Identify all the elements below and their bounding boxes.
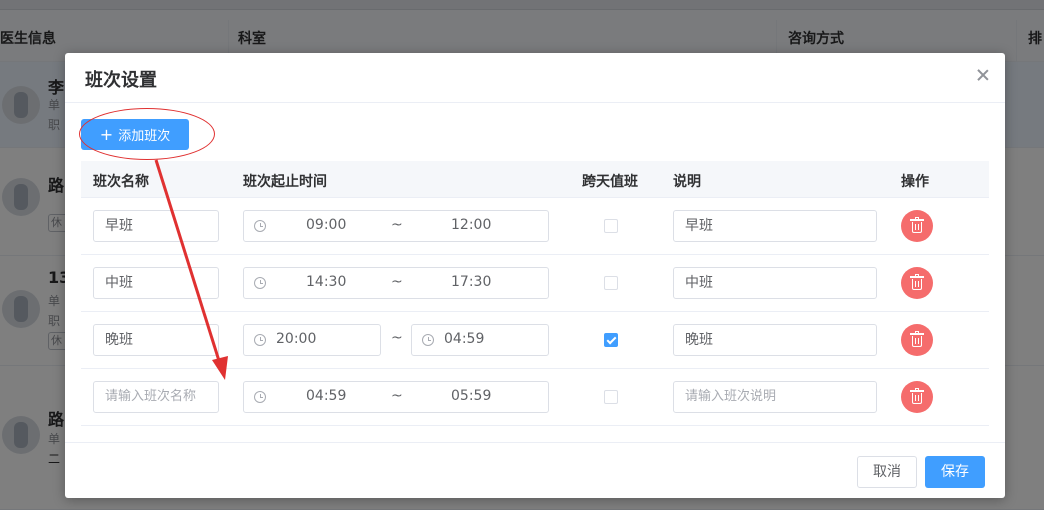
shift-row: 晚班 20:00 ~ 04:59 晚班: [81, 312, 989, 369]
overnight-checkbox[interactable]: [604, 276, 618, 290]
column-header-desc: 说明: [673, 174, 701, 190]
delete-button[interactable]: [901, 210, 933, 242]
shift-settings-dialog: 班次设置 + 添加班次 班次名称 班次起止时间 跨天值班 说明 操作 早班 09…: [65, 53, 1005, 498]
shift-desc-input[interactable]: 中班: [673, 267, 877, 299]
range-separator: ~: [391, 330, 403, 346]
clock-icon: [254, 277, 266, 289]
delete-button[interactable]: [901, 324, 933, 356]
clock-icon: [254, 391, 266, 403]
trash-icon: [910, 274, 924, 290]
column-header-name: 班次名称: [93, 174, 149, 190]
shift-desc-input[interactable]: 早班: [673, 210, 877, 242]
shift-name-input[interactable]: 晚班: [93, 324, 219, 356]
column-header-time: 班次起止时间: [243, 174, 327, 190]
shift-name-input[interactable]: 早班: [93, 210, 219, 242]
time-range-picker[interactable]: 04:59 ~ 05:59: [243, 381, 549, 413]
overnight-checkbox[interactable]: [604, 333, 618, 347]
shift-desc-input[interactable]: 晚班: [673, 324, 877, 356]
end-time[interactable]: 17:30: [451, 274, 491, 290]
clock-icon: [422, 334, 434, 346]
start-time[interactable]: 09:00: [306, 217, 346, 233]
shift-row: 请输入班次名称 04:59 ~ 05:59 请输入班次说明: [81, 369, 989, 426]
range-separator: ~: [391, 388, 403, 404]
shift-name-input[interactable]: 中班: [93, 267, 219, 299]
end-time[interactable]: 12:00: [451, 217, 491, 233]
start-time[interactable]: 20:00: [276, 331, 316, 347]
close-icon[interactable]: [975, 67, 991, 83]
dialog-footer: 取消 保存: [65, 442, 1005, 498]
dialog-title: 班次设置: [85, 70, 157, 91]
start-time[interactable]: 14:30: [306, 274, 346, 290]
shift-table-header: 班次名称 班次起止时间 跨天值班 说明 操作: [81, 161, 989, 198]
start-time[interactable]: 04:59: [306, 388, 346, 404]
end-time[interactable]: 05:59: [451, 388, 491, 404]
trash-icon: [910, 388, 924, 404]
shift-row: 中班 14:30 ~ 17:30 中班: [81, 255, 989, 312]
trash-icon: [910, 217, 924, 233]
column-header-action: 操作: [901, 174, 929, 190]
end-time-picker[interactable]: 04:59: [411, 324, 549, 356]
range-separator: ~: [391, 217, 403, 233]
clock-icon: [254, 334, 266, 346]
column-header-overnight: 跨天值班: [582, 174, 638, 190]
delete-button[interactable]: [901, 381, 933, 413]
annotation-circle: [79, 108, 215, 160]
shift-name-input[interactable]: 请输入班次名称: [93, 381, 219, 413]
time-range-picker[interactable]: 14:30 ~ 17:30: [243, 267, 549, 299]
cancel-button[interactable]: 取消: [857, 456, 917, 488]
shift-table: 班次名称 班次起止时间 跨天值班 说明 操作 早班 09:00 ~ 12:00 …: [81, 161, 989, 426]
end-time[interactable]: 04:59: [444, 331, 484, 347]
clock-icon: [254, 220, 266, 232]
trash-icon: [910, 331, 924, 347]
delete-button[interactable]: [901, 267, 933, 299]
range-separator: ~: [391, 274, 403, 290]
start-time-picker[interactable]: 20:00: [243, 324, 381, 356]
dialog-header: 班次设置: [65, 53, 1005, 103]
time-range-picker[interactable]: 09:00 ~ 12:00: [243, 210, 549, 242]
overnight-checkbox[interactable]: [604, 219, 618, 233]
overnight-checkbox[interactable]: [604, 390, 618, 404]
shift-desc-input[interactable]: 请输入班次说明: [673, 381, 877, 413]
shift-row: 早班 09:00 ~ 12:00 早班: [81, 198, 989, 255]
save-button[interactable]: 保存: [925, 456, 985, 488]
